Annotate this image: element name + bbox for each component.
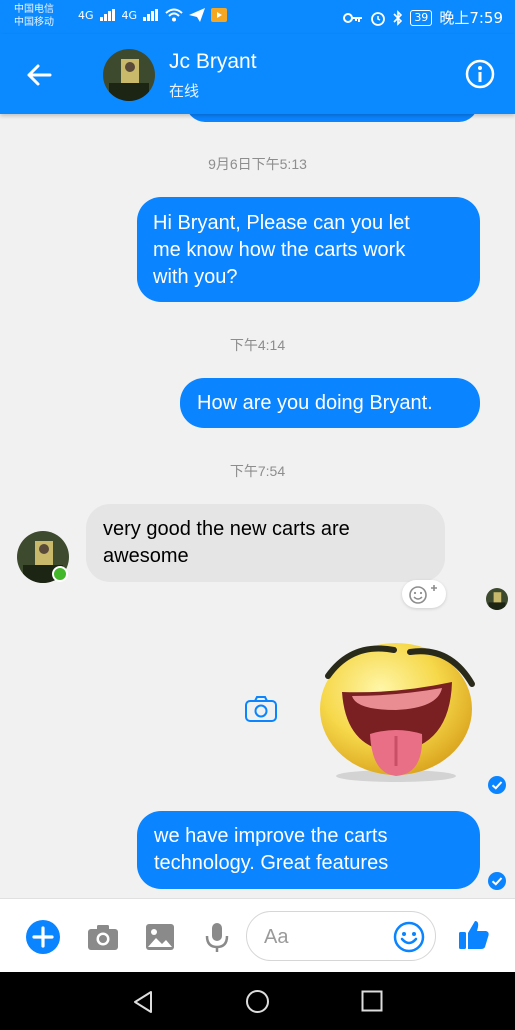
timestamp: 下午4:14 bbox=[229, 337, 286, 353]
outgoing-message[interactable]: Hi Bryant, Please can you let me know ho… bbox=[137, 197, 480, 302]
message-line: with you? bbox=[153, 266, 238, 288]
info-button[interactable] bbox=[464, 58, 496, 90]
app-notification-icon bbox=[211, 8, 228, 22]
composer-bar: Aa bbox=[0, 898, 515, 972]
message-line: How are you doing Bryant. bbox=[197, 392, 433, 414]
online-indicator bbox=[52, 566, 68, 582]
status-bar: 中国电信 中国移动 4G 4G 39 晚上7:59 bbox=[0, 0, 515, 34]
signal-icon bbox=[99, 9, 115, 21]
carrier-1: 中国电信 bbox=[14, 4, 54, 15]
incoming-message[interactable]: very good the new carts are awesome bbox=[86, 504, 445, 582]
nav-home-icon[interactable] bbox=[245, 989, 270, 1014]
previous-message-bubble[interactable] bbox=[186, 114, 478, 122]
message-line: technology. Great features bbox=[154, 852, 389, 874]
contact-avatar[interactable] bbox=[103, 49, 155, 101]
message-line: awesome bbox=[103, 545, 189, 567]
bluetooth-icon bbox=[393, 9, 403, 26]
message-list[interactable]: 9月6日下午5:13 Hi Bryant, Please can you let… bbox=[0, 114, 515, 898]
image-icon bbox=[146, 924, 174, 950]
like-button[interactable] bbox=[456, 917, 492, 953]
battery-level: 39 bbox=[410, 9, 433, 26]
signal-icon bbox=[143, 9, 159, 21]
message-line: Hi Bryant, Please can you let bbox=[153, 212, 410, 234]
message-input[interactable]: Aa bbox=[246, 911, 436, 961]
react-button[interactable] bbox=[402, 580, 446, 608]
check-icon bbox=[488, 776, 506, 794]
message-line: we have improve the carts bbox=[154, 825, 388, 847]
carrier-2: 中国移动 bbox=[14, 17, 54, 28]
more-actions-button[interactable] bbox=[25, 919, 61, 955]
message-line: very good the new carts are bbox=[103, 518, 350, 540]
timestamp: 9月6日下午5:13 bbox=[208, 156, 307, 172]
check-icon bbox=[488, 872, 506, 890]
laughing-tongue-sticker-icon bbox=[320, 643, 475, 782]
voice-button[interactable] bbox=[199, 919, 235, 955]
info-icon bbox=[465, 59, 495, 89]
smiley-plus-icon bbox=[409, 585, 437, 604]
wifi-icon bbox=[165, 8, 183, 22]
system-nav-bar bbox=[0, 972, 515, 1030]
emoji-icon[interactable] bbox=[393, 921, 425, 953]
status-right: 39 晚上7:59 bbox=[343, 7, 503, 28]
signal-icons: 4G 4G bbox=[78, 8, 228, 22]
key-icon bbox=[343, 12, 363, 23]
camera-icon bbox=[245, 696, 277, 722]
outgoing-message[interactable]: How are you doing Bryant. bbox=[180, 378, 480, 428]
signal-2-label: 4G bbox=[121, 8, 138, 22]
camera-button[interactable] bbox=[85, 919, 121, 955]
send-status-icon bbox=[189, 8, 206, 22]
gallery-button[interactable] bbox=[142, 919, 178, 955]
avatar-photo bbox=[103, 49, 155, 101]
read-receipt-avatar bbox=[486, 588, 508, 610]
contact-status: 在线 bbox=[169, 82, 200, 100]
microphone-icon bbox=[205, 923, 229, 952]
contact-name[interactable]: Jc Bryant bbox=[169, 50, 257, 74]
camera-icon bbox=[88, 925, 118, 950]
message-input-placeholder: Aa bbox=[264, 926, 289, 948]
camera-shortcut-button[interactable] bbox=[244, 695, 278, 723]
avatar-photo bbox=[486, 588, 508, 610]
message-line: me know how the carts work bbox=[153, 239, 406, 261]
signal-1-label: 4G bbox=[78, 8, 94, 22]
conversation-header: Jc Bryant 在线 bbox=[0, 34, 515, 114]
alarm-icon bbox=[371, 11, 386, 26]
carrier-info: 中国电信 中国移动 bbox=[14, 3, 54, 29]
back-button[interactable] bbox=[24, 60, 54, 90]
sticker-message[interactable] bbox=[312, 634, 480, 784]
back-arrow-icon bbox=[27, 64, 52, 86]
plus-icon bbox=[26, 920, 60, 954]
timestamp: 下午7:54 bbox=[229, 463, 286, 479]
thumbs-up-icon bbox=[459, 921, 489, 949]
outgoing-message[interactable]: we have improve the carts technology. Gr… bbox=[137, 811, 480, 889]
nav-back-icon[interactable] bbox=[131, 990, 155, 1014]
nav-recents-icon[interactable] bbox=[361, 990, 383, 1012]
clock: 晚上7:59 bbox=[439, 9, 503, 27]
